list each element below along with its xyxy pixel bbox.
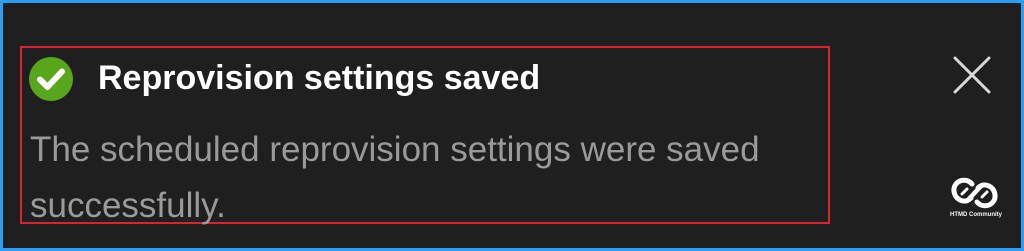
close-icon <box>953 56 991 94</box>
htmd-community-watermark: HTMD Community <box>941 174 1011 232</box>
notification-toast: Reprovision settings saved The scheduled… <box>0 0 1024 251</box>
notification-message: The scheduled reprovision settings were … <box>30 130 760 225</box>
htmd-community-text: HTMD Community <box>950 212 1002 218</box>
close-button[interactable] <box>946 49 998 101</box>
notification-title: Reprovision settings saved <box>98 59 541 97</box>
success-checkmark-icon <box>28 56 74 102</box>
htmd-community-logo-icon <box>950 177 999 209</box>
